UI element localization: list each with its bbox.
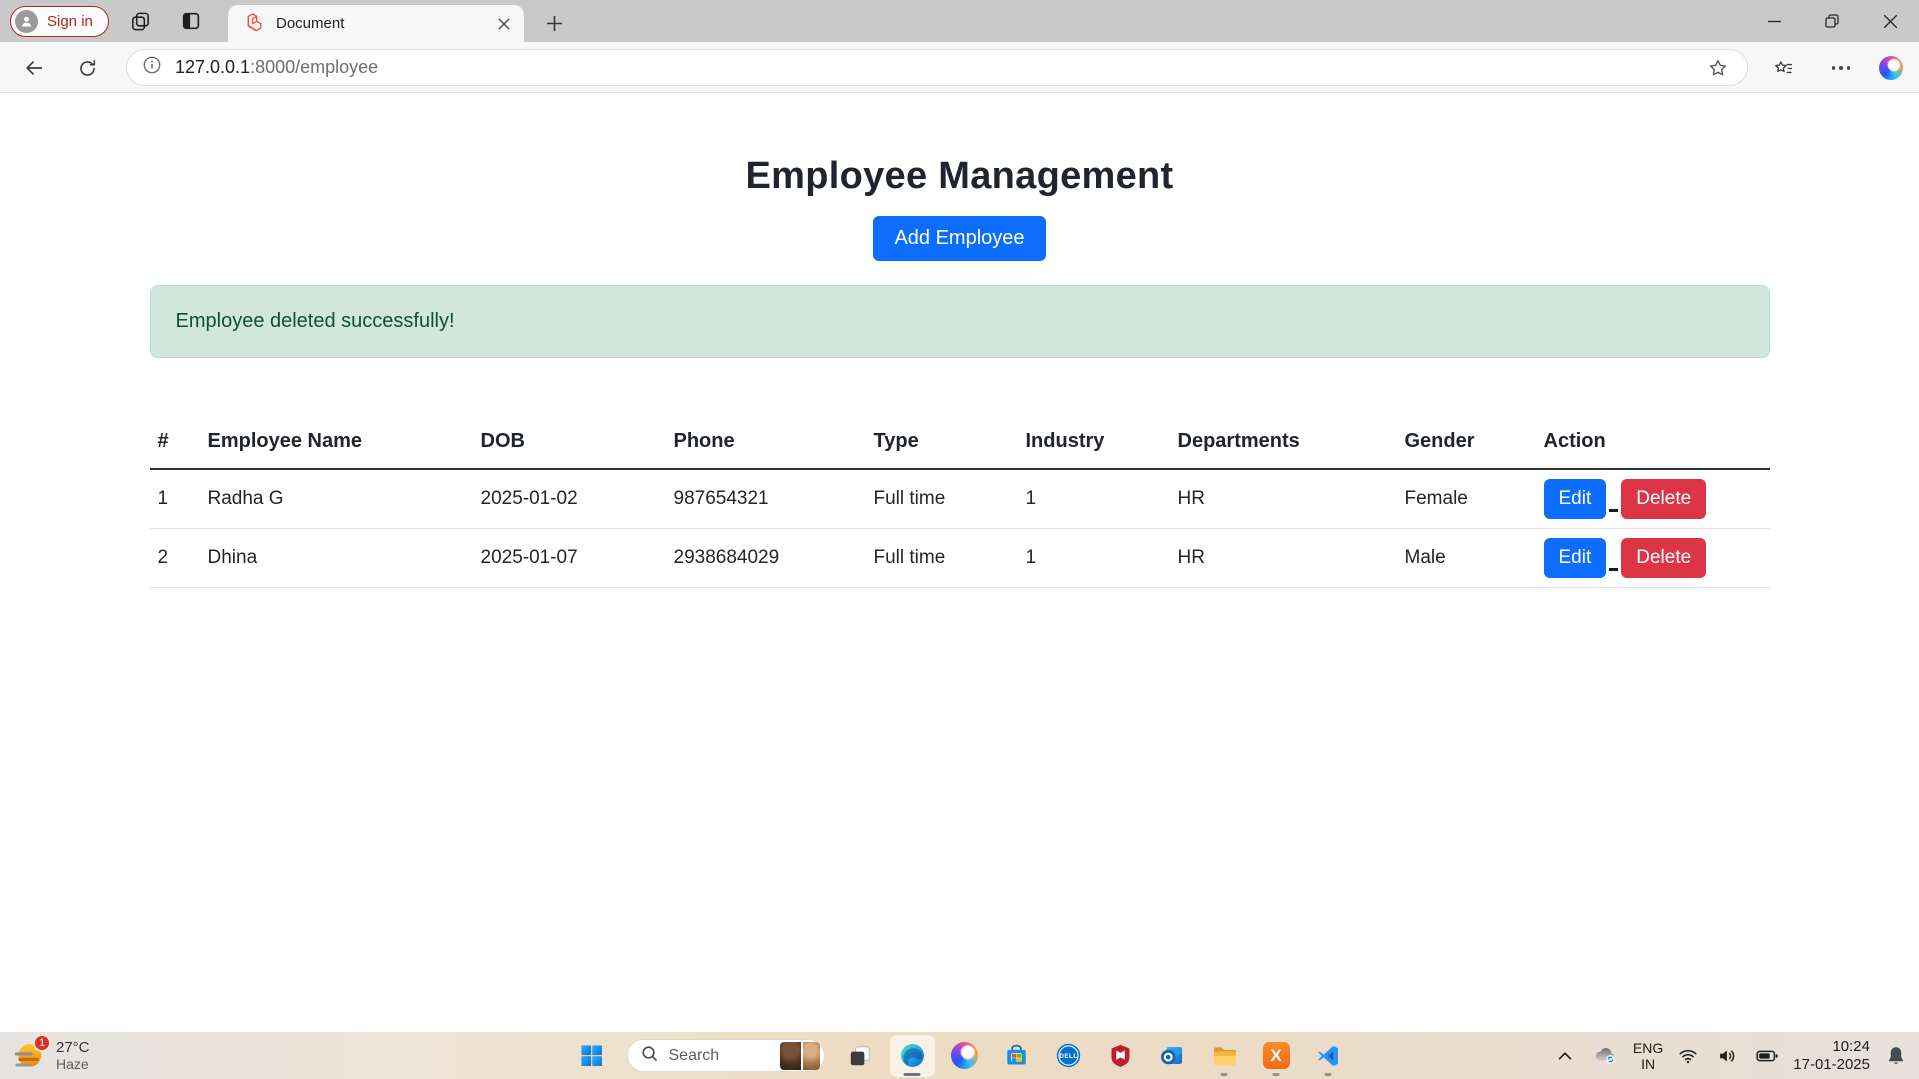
taskbar-search-input[interactable]: Search	[627, 1039, 825, 1072]
search-icon	[640, 1044, 659, 1068]
workspaces-icon[interactable]	[125, 7, 155, 35]
new-tab-button[interactable]	[540, 9, 569, 38]
close-window-button[interactable]	[1861, 0, 1919, 42]
profile-avatar-icon	[15, 10, 38, 33]
employee-table-wrap: # Employee Name DOB Phone Type Industry …	[150, 418, 1770, 588]
page-title: Employee Management	[0, 155, 1919, 198]
cell-name: Radha G	[200, 469, 473, 528]
copilot-taskbar-icon[interactable]	[942, 1035, 987, 1077]
cell-num: 1	[150, 469, 200, 528]
minimize-button[interactable]	[1745, 0, 1803, 42]
notification-bell-icon[interactable]	[1881, 1041, 1911, 1071]
col-header-type: Type	[866, 418, 1018, 469]
mcafee-icon[interactable]	[1098, 1035, 1143, 1077]
underscore-artifact	[1609, 509, 1618, 512]
cell-phone: 987654321	[666, 469, 866, 528]
sign-in-button[interactable]: Sign in	[10, 6, 109, 37]
cell-industry: 1	[1018, 469, 1170, 528]
col-header-num: #	[150, 418, 200, 469]
tray-time: 10:24	[1793, 1038, 1870, 1056]
back-icon[interactable]	[17, 51, 51, 85]
edit-button[interactable]: Edit	[1544, 538, 1607, 578]
xampp-icon[interactable]: X	[1254, 1035, 1299, 1077]
site-info-icon[interactable]	[142, 55, 162, 80]
haze-weather-icon: 1	[10, 1038, 46, 1074]
col-header-name: Employee Name	[200, 418, 473, 469]
cell-dob: 2025-01-02	[473, 469, 666, 528]
cell-industry: 1	[1018, 528, 1170, 587]
window-controls	[1745, 0, 1919, 42]
task-view-icon[interactable]	[838, 1035, 883, 1077]
cell-name: Dhina	[200, 528, 473, 587]
cell-num: 2	[150, 528, 200, 587]
clock-date[interactable]: 10:24 17-01-2025	[1793, 1038, 1870, 1074]
delete-button[interactable]: Delete	[1621, 538, 1706, 578]
hidden-icons-chevron-icon[interactable]	[1552, 1043, 1578, 1069]
table-row: 1 Radha G 2025-01-02 987654321 Full time…	[150, 469, 1770, 528]
web-page: Employee Management Add Employee Employe…	[0, 93, 1919, 1032]
wifi-icon[interactable]	[1674, 1042, 1702, 1070]
cell-type: Full time	[866, 528, 1018, 587]
address-bar[interactable]: 127.0.0.1:8000/employee	[126, 49, 1748, 86]
edit-button[interactable]: Edit	[1544, 479, 1607, 519]
tray-date: 17-01-2025	[1793, 1056, 1870, 1074]
url-text: 127.0.0.1:8000/employee	[175, 57, 378, 78]
edge-icon[interactable]	[890, 1035, 935, 1077]
microsoft-store-icon[interactable]	[994, 1035, 1039, 1077]
laravel-favicon-icon	[245, 11, 265, 36]
weather-condition: Haze	[56, 1056, 90, 1073]
cell-gender: Male	[1397, 528, 1536, 587]
tab-title: Document	[276, 15, 480, 32]
col-header-industry: Industry	[1018, 418, 1170, 469]
cell-gender: Female	[1397, 469, 1536, 528]
col-header-departments: Departments	[1170, 418, 1397, 469]
outlook-icon[interactable]	[1150, 1035, 1195, 1077]
system-tray: ENGIN 10:24 17-01-2025	[1552, 1032, 1911, 1079]
cell-dob: 2025-01-07	[473, 528, 666, 587]
windows-taskbar: 1 27°C Haze Search	[0, 1032, 1919, 1079]
browser-tab-document[interactable]: Document	[228, 5, 524, 42]
cell-departments: HR	[1170, 469, 1397, 528]
favorites-hub-icon[interactable]	[1764, 50, 1802, 86]
sign-in-label: Sign in	[47, 13, 93, 30]
browser-tab-strip: Sign in Document	[0, 0, 1919, 42]
settings-more-icon[interactable]	[1822, 50, 1860, 86]
table-row: 2 Dhina 2025-01-07 2938684029 Full time …	[150, 528, 1770, 587]
delete-button[interactable]: Delete	[1621, 479, 1706, 519]
vertical-tabs-icon[interactable]	[176, 7, 206, 35]
svg-text:DELL: DELL	[1059, 1053, 1077, 1060]
file-explorer-icon[interactable]	[1202, 1035, 1247, 1077]
vscode-icon[interactable]	[1306, 1035, 1351, 1077]
underscore-artifact	[1609, 568, 1618, 571]
battery-icon[interactable]	[1752, 1041, 1782, 1071]
col-header-dob: DOB	[473, 418, 666, 469]
col-header-phone: Phone	[666, 418, 866, 469]
copilot-icon[interactable]	[1872, 50, 1910, 86]
employee-table: # Employee Name DOB Phone Type Industry …	[150, 418, 1770, 588]
success-alert: Employee deleted successfully!	[150, 285, 1770, 358]
restore-button[interactable]	[1803, 0, 1861, 42]
language-indicator[interactable]: ENGIN	[1633, 1040, 1663, 1072]
add-employee-button[interactable]: Add Employee	[873, 216, 1045, 261]
col-header-action: Action	[1536, 418, 1770, 469]
start-button[interactable]	[569, 1035, 614, 1077]
tab-close-icon[interactable]	[491, 11, 516, 36]
col-header-gender: Gender	[1397, 418, 1536, 469]
onedrive-icon[interactable]	[1589, 1039, 1622, 1072]
cell-phone: 2938684029	[666, 528, 866, 587]
weather-widget[interactable]: 1 27°C Haze	[10, 1032, 90, 1079]
browser-toolbar: 127.0.0.1:8000/employee	[0, 42, 1919, 93]
table-header-row: # Employee Name DOB Phone Type Industry …	[150, 418, 1770, 469]
volume-icon[interactable]	[1713, 1042, 1741, 1070]
cell-departments: HR	[1170, 528, 1397, 587]
search-highlight-thumbnails[interactable]	[780, 1042, 820, 1070]
notification-badge: 1	[33, 1034, 51, 1052]
cell-type: Full time	[866, 469, 1018, 528]
refresh-icon[interactable]	[70, 51, 104, 85]
search-placeholder: Search	[669, 1047, 770, 1065]
favorite-star-icon[interactable]	[1703, 53, 1733, 83]
dell-icon[interactable]: DELL	[1046, 1035, 1091, 1077]
weather-temp: 27°C	[56, 1039, 90, 1056]
taskbar-center: Search	[569, 1032, 1351, 1079]
